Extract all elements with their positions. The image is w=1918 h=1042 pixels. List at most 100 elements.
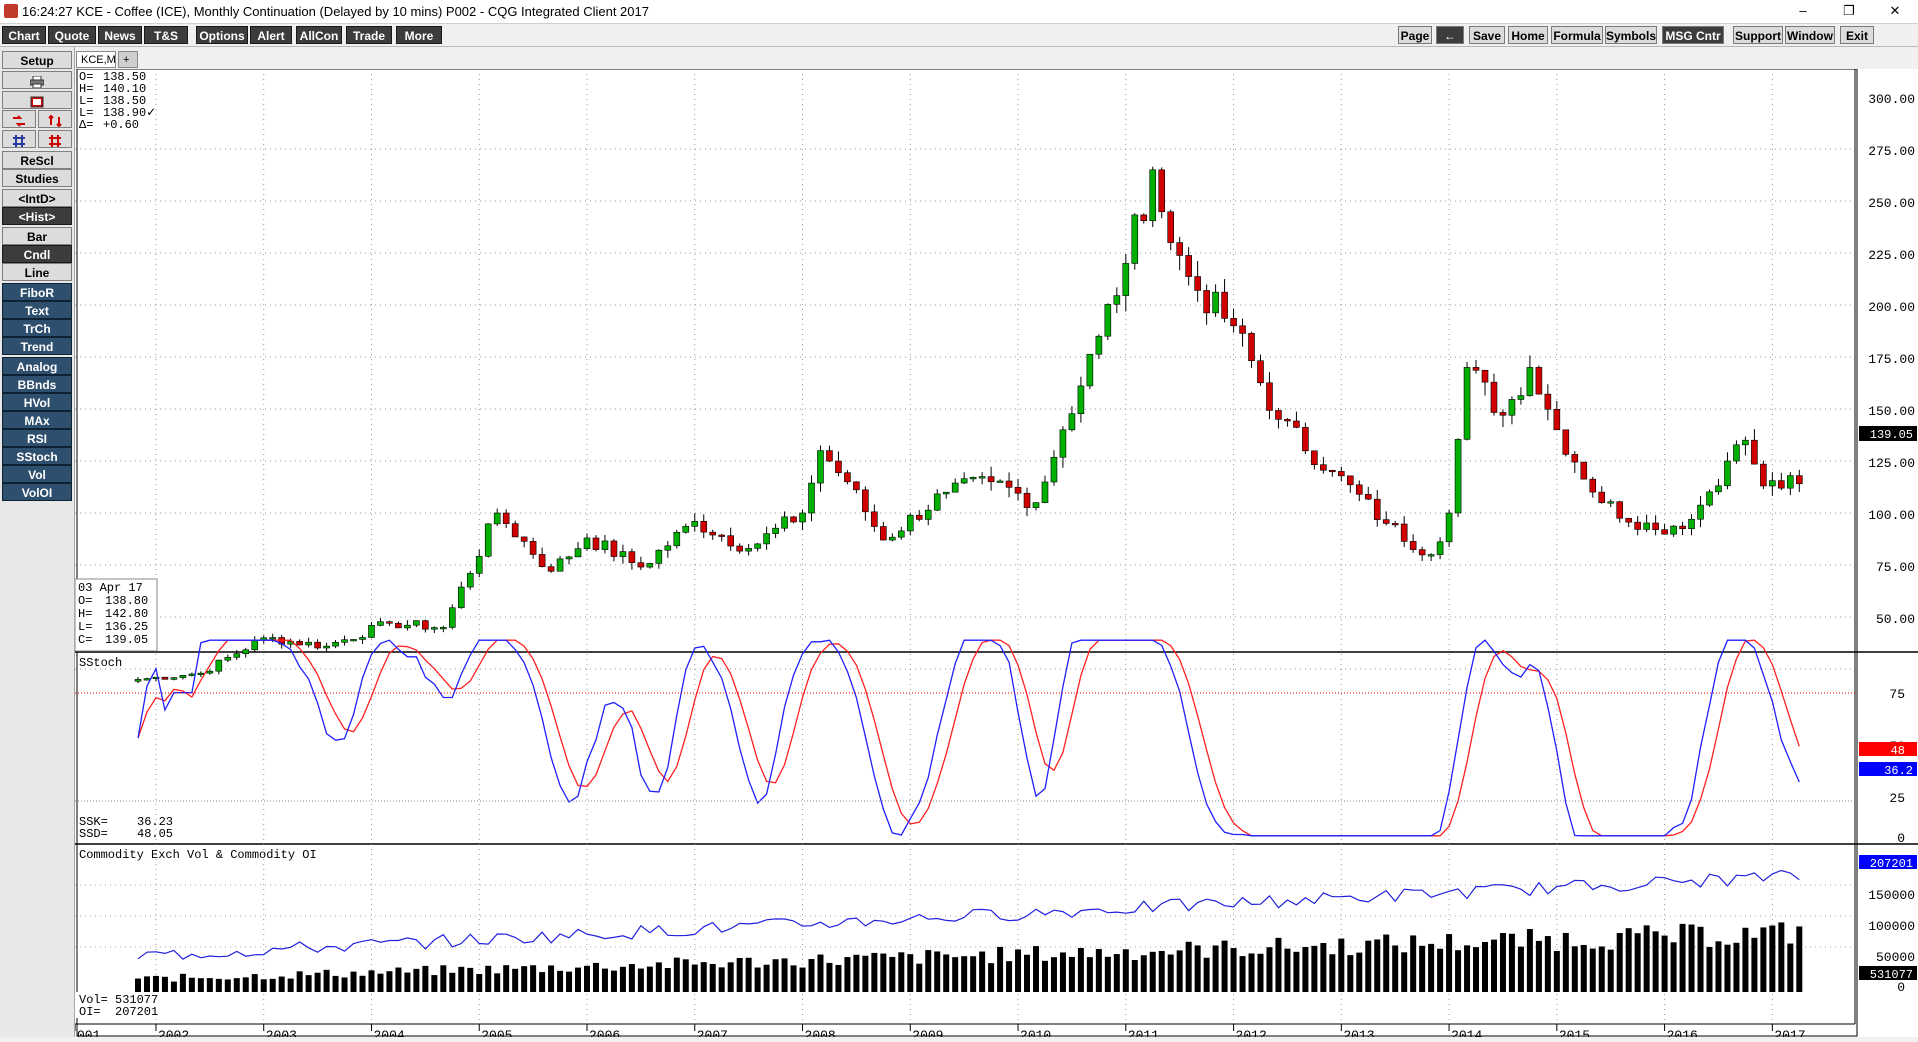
add-tab-button[interactable]: + — [118, 51, 138, 68]
menu-save[interactable]: Save — [1469, 26, 1505, 44]
study-trend[interactable]: Trend — [2, 337, 72, 355]
print-button[interactable] — [2, 71, 72, 89]
menu-chart[interactable]: Chart — [2, 26, 46, 44]
study-bbnds[interactable]: BBnds — [2, 375, 72, 393]
volume-bar — [206, 978, 213, 992]
candle-body — [1329, 469, 1336, 473]
candle-body — [1751, 439, 1758, 465]
candle-body — [1499, 412, 1507, 416]
candle-body — [664, 545, 672, 551]
chart-canvas[interactable]: 300.00 275.00 250.00 225.00 200.00 175.0… — [74, 68, 1918, 1042]
study-rsi[interactable]: RSI — [2, 429, 72, 447]
expand-button[interactable] — [38, 130, 72, 148]
chart-area[interactable]: 300.00 275.00 250.00 225.00 200.00 175.0… — [74, 68, 1918, 1042]
volume-bar — [682, 959, 689, 992]
restore-icon[interactable]: ❐ — [1826, 0, 1872, 23]
volume-bar — [368, 970, 375, 992]
volume-bar — [1526, 929, 1533, 992]
line-chart-button[interactable]: Line — [2, 263, 72, 281]
candle-body — [457, 586, 465, 609]
menu-home[interactable]: Home — [1508, 26, 1548, 44]
zoom-out-button[interactable] — [38, 110, 72, 128]
study-analog[interactable]: Analog — [2, 357, 72, 375]
menu-symbols[interactable]: Symbols — [1605, 26, 1657, 44]
candle-body — [915, 514, 923, 520]
ssk-line — [137, 639, 1800, 837]
vol-readout: Vol= 531077 OI= 207201 — [79, 993, 158, 1019]
candle-body — [314, 641, 321, 649]
menu-support[interactable]: Support — [1733, 26, 1783, 44]
historical-button[interactable]: <Hist> — [2, 207, 72, 225]
volume-bar — [709, 963, 716, 992]
menu-page[interactable]: Page — [1398, 26, 1432, 44]
menu-allcon[interactable]: AllCon — [296, 26, 342, 44]
candle-body — [1149, 169, 1157, 222]
setup-button[interactable]: Setup — [2, 51, 72, 69]
volume-bar — [691, 964, 698, 992]
menu-trade[interactable]: Trade — [346, 26, 392, 44]
menu-formula[interactable]: Formula — [1551, 26, 1603, 44]
candle-body — [413, 620, 420, 626]
volume-bar — [1311, 945, 1318, 992]
menu-news[interactable]: News — [98, 26, 142, 44]
ohlc-readout: O= 138.50 H= 140.10 L= 138.50 L= 138.90✓ Δ= … — [79, 70, 156, 132]
volume-bar — [1248, 953, 1255, 992]
study-vol[interactable]: Vol — [2, 465, 72, 483]
vol-tick: 150000 — [1868, 888, 1915, 903]
volume-bar — [1778, 922, 1785, 992]
candle-body — [745, 548, 752, 552]
compress-button[interactable] — [2, 130, 36, 148]
volume-bar — [548, 965, 555, 992]
candle-body — [1535, 367, 1543, 395]
volume-bar — [1410, 935, 1417, 992]
candle-body — [844, 472, 851, 483]
study-trch[interactable]: TrCh — [2, 319, 72, 337]
price-axis: 300.00 275.00 250.00 225.00 200.00 175.0… — [1868, 92, 1915, 627]
page-back-button[interactable]: ← — [1436, 26, 1464, 44]
volume-bar — [943, 954, 950, 992]
menu-msg-cntr[interactable]: MSG Cntr — [1662, 26, 1724, 44]
studies-button[interactable]: Studies — [2, 169, 72, 187]
study-max[interactable]: MAx — [2, 411, 72, 429]
study-voloi[interactable]: VolOI — [2, 483, 72, 501]
price-tick: 50.00 — [1876, 612, 1915, 627]
zoom-in-button[interactable] — [2, 110, 36, 128]
candle-body — [1266, 382, 1273, 411]
rescale-button[interactable]: ReScl — [2, 151, 72, 169]
volume-bar — [754, 967, 761, 992]
minimize-icon[interactable]: – — [1780, 0, 1826, 23]
candle-body — [215, 659, 223, 672]
close-icon[interactable]: ✕ — [1872, 0, 1918, 23]
candle-body — [1697, 504, 1704, 520]
menu-ts[interactable]: T&S — [144, 26, 188, 44]
menu-options[interactable]: Options — [196, 26, 248, 44]
cursor-value: 142.80 — [105, 607, 148, 621]
candle-body — [1284, 419, 1291, 422]
candle-body — [1221, 291, 1228, 319]
menu-quote[interactable]: Quote — [48, 26, 96, 44]
candle-body — [359, 637, 366, 640]
intraday-button[interactable]: <IntD> — [2, 189, 72, 207]
study-text[interactable]: Text — [2, 301, 72, 319]
menu-window[interactable]: Window — [1785, 26, 1835, 44]
time-tick: 2010 — [1020, 1028, 1051, 1037]
candle-chart-button[interactable]: Cndl — [2, 245, 72, 263]
menu-exit[interactable]: Exit — [1840, 26, 1874, 44]
layout-button[interactable] — [2, 91, 72, 109]
study-hvol[interactable]: HVol — [2, 393, 72, 411]
volume-bar — [1104, 956, 1111, 992]
study-fibor[interactable]: FiboR — [2, 283, 72, 301]
candle-body — [1526, 367, 1534, 396]
volume-bar — [386, 971, 393, 992]
volume-bar — [1320, 943, 1327, 992]
study-sstoch[interactable]: SStoch — [2, 447, 72, 465]
candle-body — [350, 639, 357, 642]
menu-alert[interactable]: Alert — [250, 26, 292, 44]
tab-kce-m[interactable]: KCE,M — [76, 51, 116, 68]
volume-bar — [1490, 939, 1497, 992]
menu-more[interactable]: More — [396, 26, 442, 44]
candle-body — [880, 526, 887, 541]
bar-chart-button[interactable]: Bar — [2, 227, 72, 245]
volume-bar — [215, 978, 222, 992]
candle-body — [242, 649, 250, 655]
